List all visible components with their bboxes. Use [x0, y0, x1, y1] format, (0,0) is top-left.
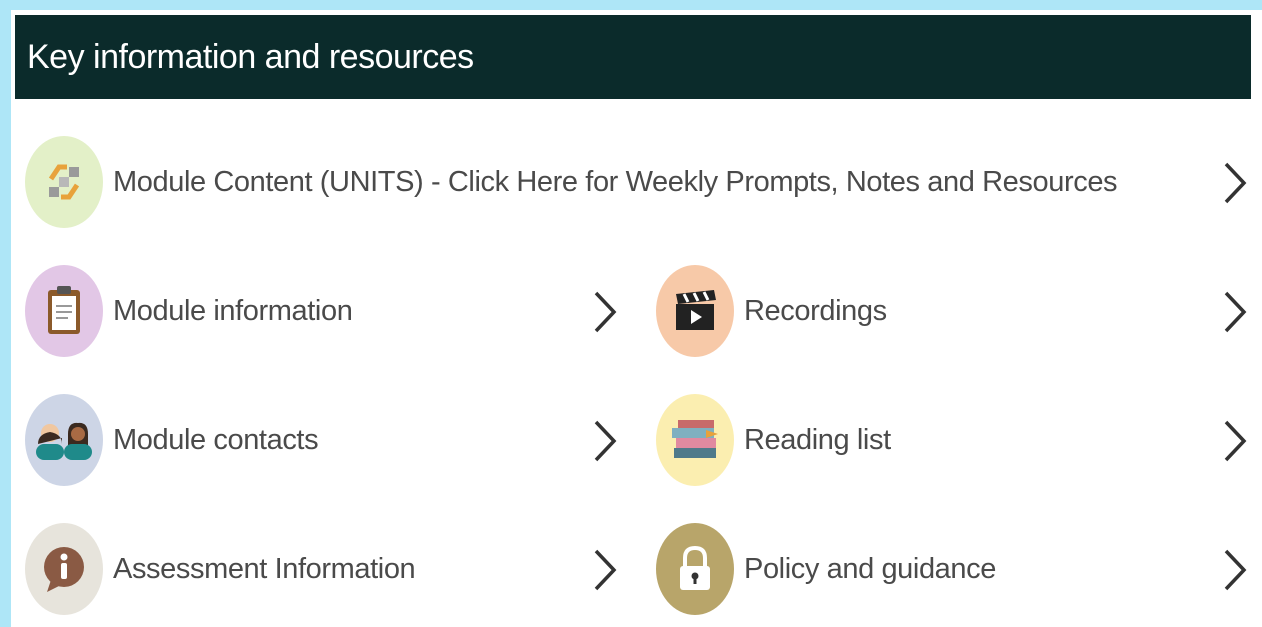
chevron-right-icon[interactable] [590, 547, 620, 593]
policy-and-guidance-label: Policy and guidance [744, 552, 996, 585]
section-title: Key information and resources [27, 37, 474, 76]
module-information-link[interactable]: Module information [25, 265, 353, 357]
chevron-right-icon[interactable] [1220, 160, 1250, 206]
books-icon [656, 394, 734, 486]
policy-and-guidance-link[interactable]: Policy and guidance [656, 523, 996, 615]
section-header: Key information and resources [15, 15, 1251, 99]
chevron-right-icon[interactable] [1220, 418, 1250, 464]
module-contacts-link[interactable]: Module contacts [25, 394, 319, 486]
clapperboard-icon [656, 265, 734, 357]
people-icon [25, 394, 103, 486]
recordings-label: Recordings [744, 294, 887, 327]
chevron-right-icon[interactable] [590, 289, 620, 335]
assessment-information-label: Assessment Information [113, 552, 416, 585]
recordings-link[interactable]: Recordings [656, 265, 887, 357]
module-information-label: Module information [113, 294, 353, 327]
module-content-link[interactable]: Module Content (UNITS) - Click Here for … [25, 136, 1118, 228]
module-contacts-label: Module contacts [113, 423, 319, 456]
chevron-right-icon[interactable] [590, 418, 620, 464]
recycle-arrows-icon [25, 136, 103, 228]
chevron-right-icon[interactable] [1220, 547, 1250, 593]
module-content-label: Module Content (UNITS) - Click Here for … [113, 165, 1118, 198]
clipboard-icon [25, 265, 103, 357]
reading-list-link[interactable]: Reading list [656, 394, 891, 486]
info-icon [25, 523, 103, 615]
padlock-icon [656, 523, 734, 615]
assessment-information-link[interactable]: Assessment Information [25, 523, 416, 615]
reading-list-label: Reading list [744, 423, 891, 456]
chevron-right-icon[interactable] [1220, 289, 1250, 335]
